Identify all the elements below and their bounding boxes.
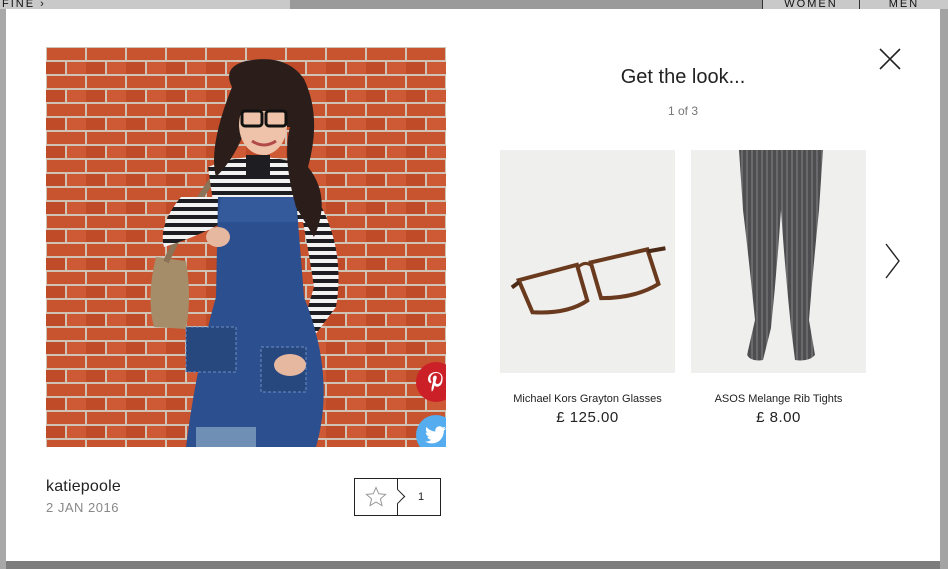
background-strip [940,9,948,569]
product-name[interactable]: Michael Kors Grayton Glasses [500,393,675,405]
close-icon [879,48,901,70]
outfit-photo-image [46,47,446,447]
twitter-icon [425,426,446,444]
get-the-look-title: Get the look... [620,66,746,88]
background-nav-men: MEN [860,0,948,9]
next-product-button[interactable] [882,241,902,281]
favourite-star[interactable] [355,479,398,515]
get-the-look-modal: katiepoole 2 JAN 2016 1 Get the look... … [6,9,940,561]
outfit-photo[interactable] [46,47,446,447]
product-name[interactable]: ASOS Melange Rib Tights [691,393,866,405]
user-name[interactable]: katiepoole [46,478,121,496]
glasses-image [500,150,675,373]
product-card[interactable]: ASOS Melange Rib Tights £ 8.00 [691,150,866,426]
product-card[interactable]: Michael Kors Grayton Glasses £ 125.00 [500,150,675,426]
tights-image [691,150,866,373]
product-price: £ 8.00 [756,409,801,426]
product-price: £ 125.00 [556,409,619,426]
product-image-tights[interactable] [691,150,866,373]
pinterest-icon [428,372,443,392]
post-date: 2 JAN 2016 [46,500,119,515]
look-pager: 1 of 3 [667,104,699,118]
product-image-glasses[interactable] [500,150,675,373]
background-nav-women: WOMEN [762,0,860,9]
chevron-right-icon [885,243,900,279]
background-strip [6,561,940,569]
favourite-button[interactable]: 1 [354,478,441,516]
background-nav-link: FINE › [0,0,290,9]
close-button[interactable] [878,47,902,71]
star-icon [365,486,387,507]
